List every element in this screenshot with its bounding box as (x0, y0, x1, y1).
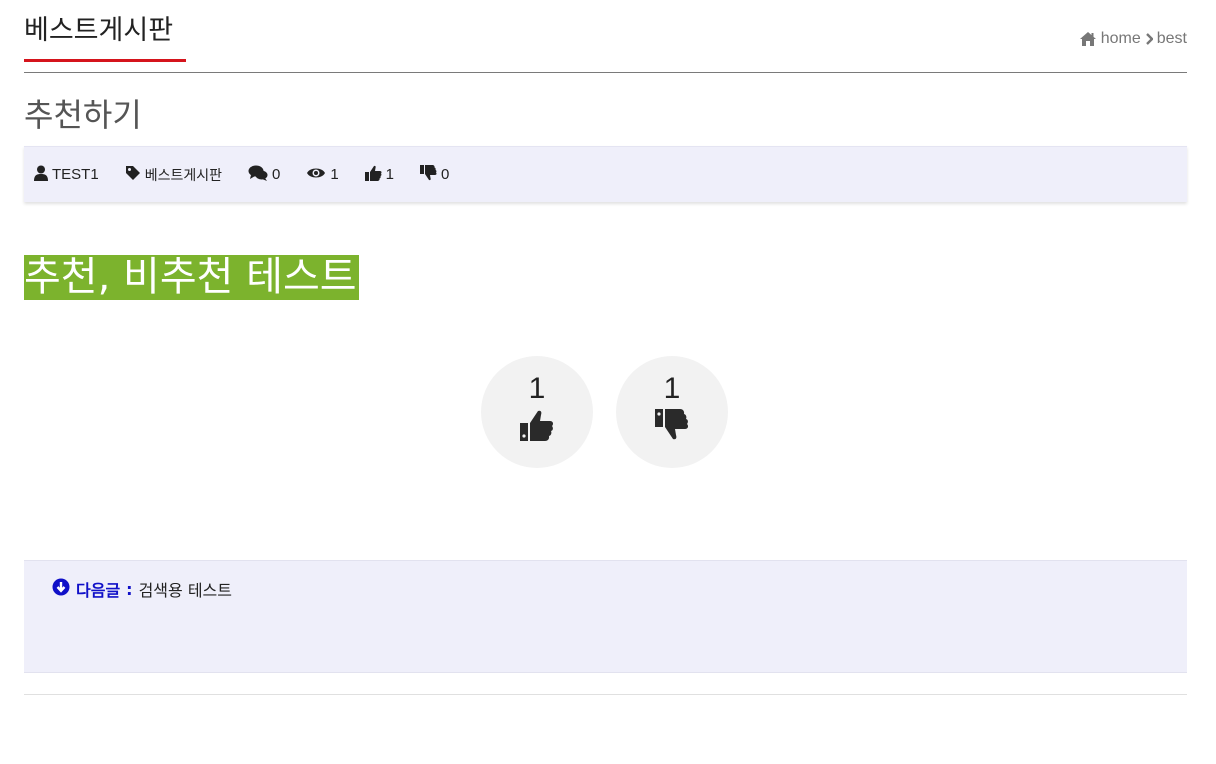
tag-icon (125, 165, 141, 185)
board-title: 베스트게시판 (24, 15, 174, 46)
home-icon[interactable] (1079, 31, 1097, 47)
not-recommend-button[interactable]: 1 (616, 356, 728, 468)
breadcrumb-home-link[interactable]: home (1101, 30, 1141, 48)
recommend-button[interactable]: 1 (481, 356, 593, 468)
thumbs-down-icon (655, 409, 689, 440)
next-post-box: 다음글 : 검색용 테스트 (24, 560, 1187, 673)
meta-views: 1 (306, 166, 339, 184)
breadcrumb-current[interactable]: best (1157, 30, 1187, 48)
user-icon (34, 165, 48, 185)
next-post-row: 다음글 : 검색용 테스트 (52, 577, 232, 601)
thumbs-up-icon (520, 410, 554, 441)
post-title: 추천하기 (24, 96, 142, 134)
arrow-circle-down-icon (52, 578, 70, 600)
title-underline (24, 59, 186, 62)
meta-author: TEST1 (34, 165, 99, 185)
content-heading: 추천, 비추천 테스트 (24, 254, 359, 300)
thumbs-up-icon (364, 165, 382, 185)
next-post-link[interactable]: 검색용 테스트 (139, 577, 232, 601)
footer-divider (24, 694, 1187, 695)
chevron-right-icon (1145, 33, 1153, 45)
recommend-count: 1 (528, 372, 546, 405)
meta-author-name: TEST1 (52, 166, 99, 183)
comments-icon (248, 165, 268, 185)
next-post-label: 다음글 (76, 581, 121, 600)
meta-likes: 1 (364, 165, 394, 185)
meta-dislikes-count: 0 (441, 166, 450, 183)
meta-comments: 0 (248, 165, 280, 185)
meta-dislikes: 0 (420, 164, 450, 185)
post-meta-bar: TEST1 베스트게시판 0 1 1 0 (24, 146, 1187, 202)
header-divider (24, 72, 1187, 73)
not-recommend-count: 1 (663, 372, 681, 405)
next-post-separator: : (126, 579, 133, 599)
breadcrumb: home best (1079, 30, 1187, 48)
meta-views-count: 1 (330, 166, 339, 183)
thumbs-down-icon (420, 164, 437, 185)
meta-comments-count: 0 (271, 166, 281, 183)
meta-category: 베스트게시판 (125, 165, 222, 185)
meta-likes-count: 1 (385, 166, 394, 183)
eye-icon (306, 166, 326, 184)
meta-category-name: 베스트게시판 (144, 167, 222, 184)
